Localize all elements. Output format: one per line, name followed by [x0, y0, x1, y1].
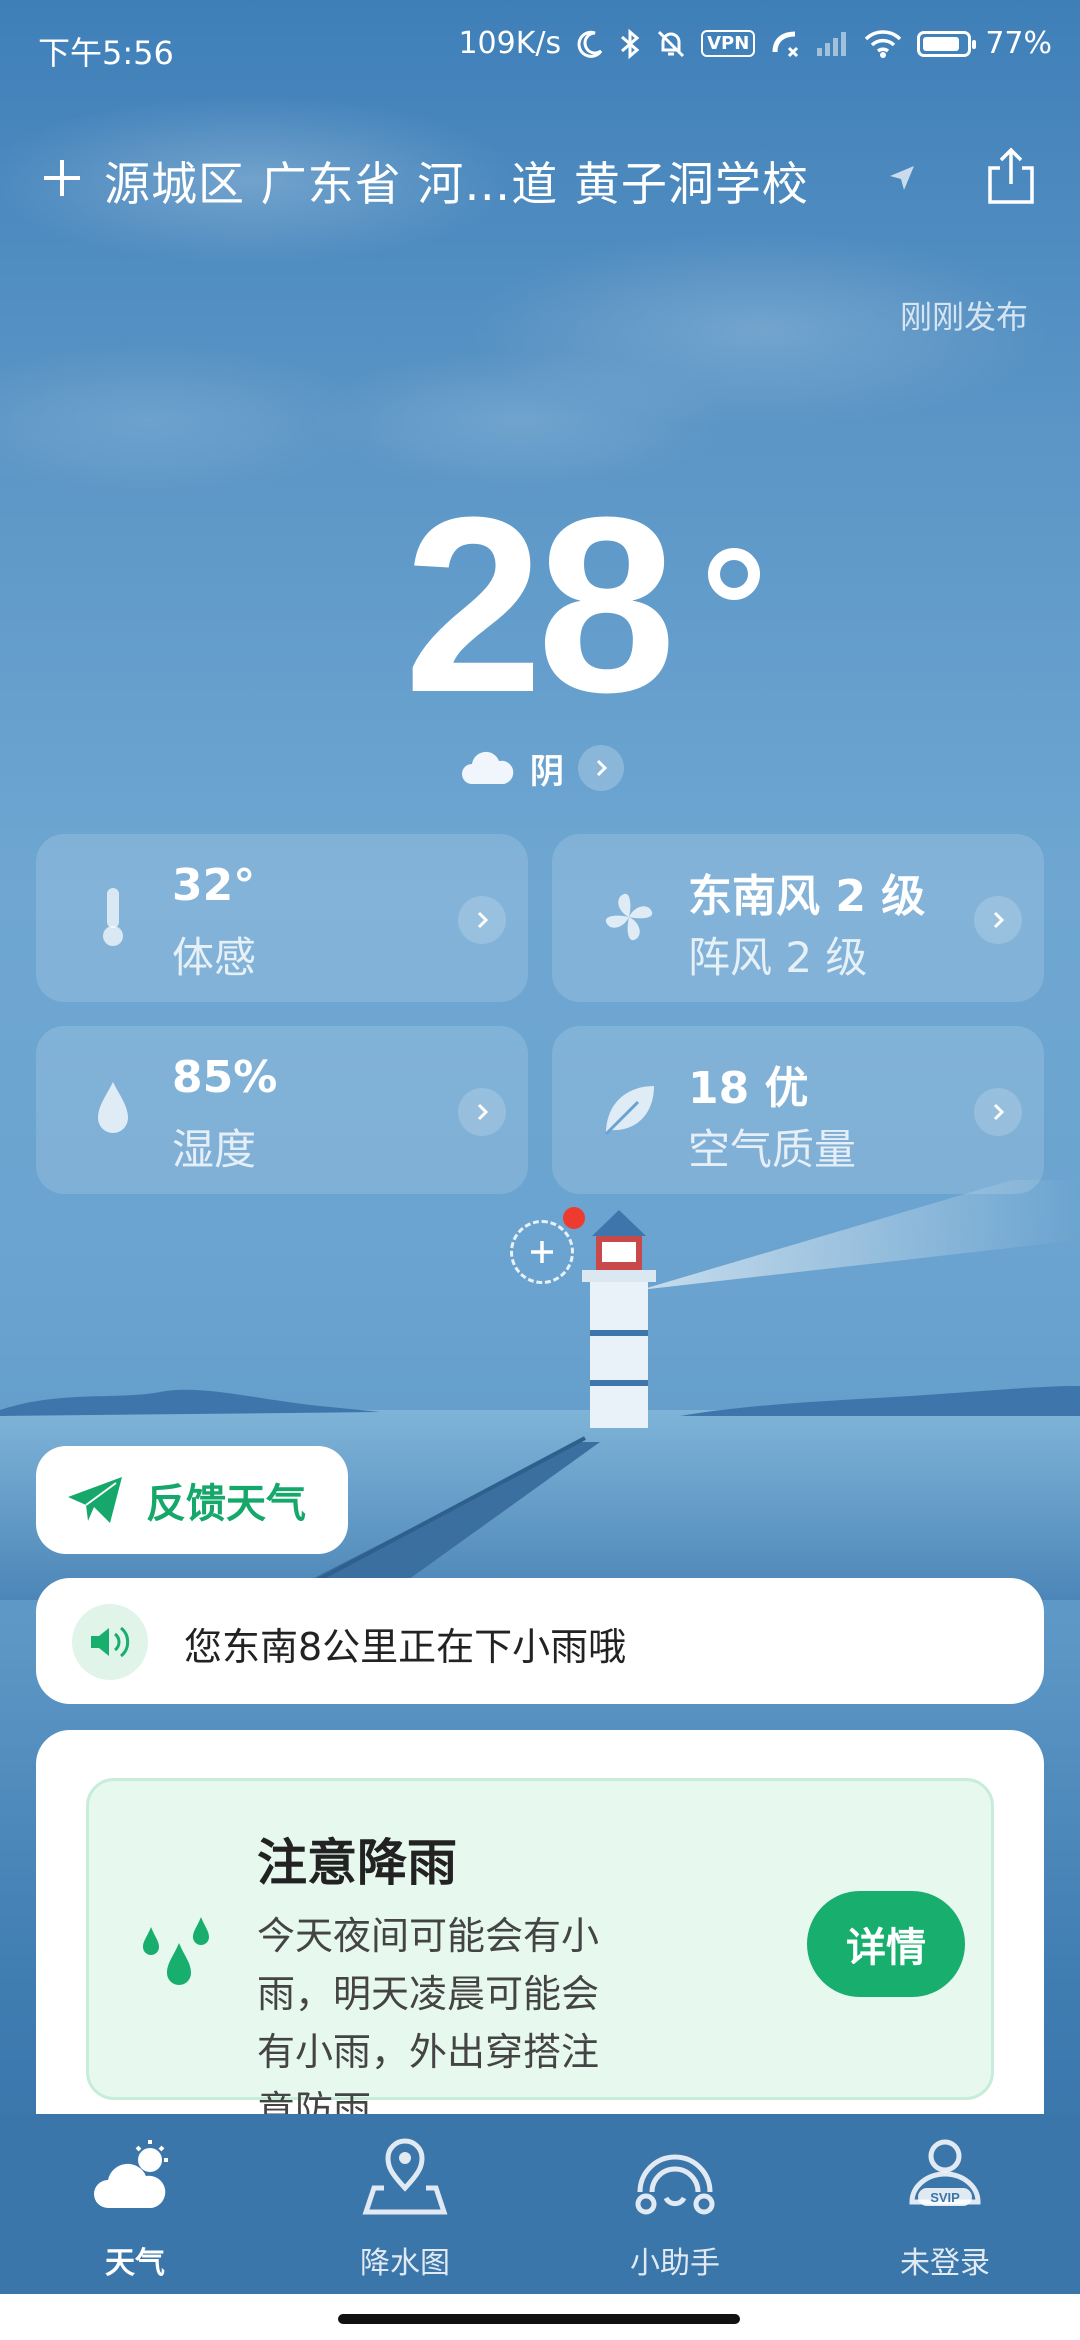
paper-plane-icon: [68, 1477, 122, 1523]
call-off-icon: [772, 31, 799, 57]
location-arrow-icon: [890, 166, 914, 190]
droplet-icon: [98, 1082, 128, 1133]
user-svip-icon: SVIP: [909, 2139, 981, 2206]
status-bar: 下午5:56 109K/s VPN 77%: [0, 0, 1080, 96]
rain-alert-card[interactable]: 注意降雨 今天夜间可能会有小雨，明天凌晨可能会有小雨，外出穿搭注意防雨 详情: [86, 1778, 994, 2132]
leaf-icon: [604, 1086, 654, 1136]
feels-like-value: 32°: [172, 860, 256, 911]
air-quality-label: 空气质量: [688, 1125, 857, 1174]
chevron-right-icon[interactable]: [974, 1088, 1022, 1136]
wind-card[interactable]: 东南风 2 级 阵风 2 级: [552, 834, 1044, 1002]
details-button[interactable]: 详情: [807, 1891, 965, 1997]
gust-label: 阵风 2 级: [688, 933, 868, 982]
assistant-icon: [635, 2154, 715, 2215]
alert-panel: 注意降雨 今天夜间可能会有小雨，明天凌晨可能会有小雨，外出穿搭注意防雨 详情: [36, 1730, 1044, 2132]
feedback-label: 反馈天气: [146, 1481, 306, 1527]
current-temperature: 28: [404, 465, 676, 744]
alert-title: 注意降雨: [257, 1834, 457, 1892]
raindrops-icon: [143, 1917, 209, 1985]
fan-icon: [605, 893, 653, 941]
speaker-icon: [72, 1604, 148, 1680]
humidity-label: 湿度: [172, 1125, 257, 1174]
nav-account[interactable]: SVIP 未登录: [810, 2114, 1080, 2294]
bottom-nav: 天气 降水图 小助手 SVIP 未登录: [0, 2114, 1080, 2294]
nav-account-label: 未登录: [900, 2246, 990, 2281]
alert-description: 今天夜间可能会有小雨，明天凌晨可能会有小雨，外出穿搭注意防雨: [257, 1914, 600, 2132]
weather-icon: [94, 2140, 168, 2208]
air-quality-value: 18 优: [688, 1063, 809, 1114]
wifi-icon: [865, 29, 902, 58]
notification-dot: [563, 1207, 585, 1229]
battery-text: 77%: [985, 26, 1052, 61]
feels-like-card[interactable]: 32° 体感: [36, 834, 528, 1002]
chevron-right-icon[interactable]: [458, 896, 506, 944]
vpn-badge: VPN: [701, 30, 756, 57]
nav-weather-label: 天气: [105, 2246, 165, 2281]
location-title[interactable]: 源城区 广东省 河…道 黄子洞学校: [104, 148, 809, 214]
condition-row[interactable]: 阴: [460, 740, 624, 796]
rain-notice[interactable]: 您东南8公里正在下小雨哦: [36, 1578, 1044, 1704]
degree-symbol: [708, 548, 760, 600]
notice-text: 您东南8公里正在下小雨哦: [184, 1625, 627, 1669]
status-time: 下午5:56: [38, 34, 174, 72]
cloud-icon: [462, 751, 514, 784]
moon-icon: [577, 30, 603, 58]
share-icon[interactable]: [984, 146, 1038, 206]
wind-value: 东南风 2 级: [688, 871, 926, 922]
home-indicator[interactable]: [338, 2314, 740, 2324]
battery-icon: [917, 30, 977, 57]
status-icons: 109K/s VPN 77%: [458, 26, 1052, 61]
condition-text: 阴: [530, 751, 564, 792]
nav-weather[interactable]: 天气: [0, 2114, 270, 2294]
humidity-value: 85%: [172, 1052, 278, 1103]
feedback-weather-button[interactable]: 反馈天气: [36, 1446, 348, 1554]
map-pin-icon: [362, 2138, 448, 2215]
thermometer-icon: [103, 888, 123, 946]
header: 源城区 广东省 河…道 黄子洞学校: [0, 140, 1080, 220]
chevron-right-icon[interactable]: [458, 1088, 506, 1136]
feels-like-label: 体感: [172, 933, 257, 982]
nav-precipitation-map[interactable]: 降水图: [270, 2114, 540, 2294]
nav-assistant-label: 小助手: [630, 2246, 720, 2281]
nav-assistant[interactable]: 小助手: [540, 2114, 810, 2294]
add-city-icon[interactable]: [38, 154, 86, 202]
mute-bell-icon: [658, 30, 685, 57]
add-widget-button[interactable]: [510, 1207, 585, 1284]
svg-text:SVIP: SVIP: [930, 2190, 960, 2205]
chevron-right-icon[interactable]: [974, 896, 1022, 944]
signal-icon: [817, 31, 847, 56]
air-quality-card[interactable]: 18 优 空气质量: [552, 1026, 1044, 1194]
published-time: 刚刚发布: [899, 298, 1028, 336]
bluetooth-icon: [621, 28, 640, 59]
humidity-card[interactable]: 85% 湿度: [36, 1026, 528, 1194]
nav-precipitation-label: 降水图: [360, 2246, 450, 2281]
net-speed: 109K/s: [458, 26, 562, 61]
chevron-right-icon[interactable]: [578, 745, 624, 791]
